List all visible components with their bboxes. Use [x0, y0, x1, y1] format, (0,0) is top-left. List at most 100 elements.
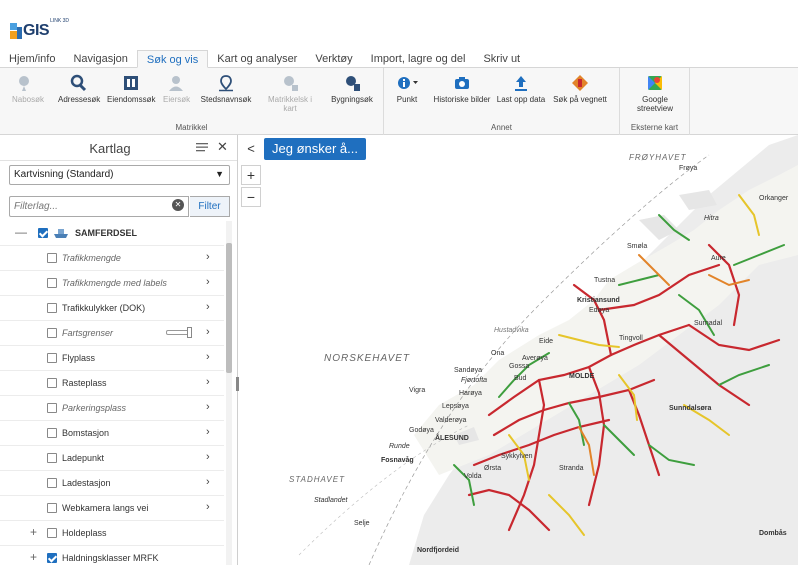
ribbon-group-annet: Punkt Historiske bilder Last opp data Sø… — [384, 68, 620, 135]
layer-row[interactable]: Trafikkulykker (DOK) › — [0, 296, 224, 321]
tab-kart-og-analyser[interactable]: Kart og analyser — [208, 50, 306, 68]
stedsnavnsok-button[interactable]: Stedsnavnsøk — [198, 74, 254, 104]
pin-search-icon — [19, 76, 29, 91]
layer-checkbox[interactable] — [47, 403, 57, 413]
layer-group-label: SAMFERDSEL — [75, 228, 138, 238]
place-label: Tingvoll — [619, 335, 643, 342]
eiersok-button[interactable]: Eiersøk — [163, 74, 190, 104]
layer-checkbox[interactable] — [47, 478, 57, 488]
place-label: Lepsøya — [442, 403, 469, 410]
tab-navigasjon[interactable]: Navigasjon — [64, 50, 136, 68]
layer-checkbox[interactable] — [47, 378, 57, 388]
tab-verktoy[interactable]: Verktøy — [306, 50, 361, 68]
zoom-out-button[interactable]: − — [241, 187, 261, 207]
opacity-slider-handle[interactable] — [187, 327, 192, 338]
layer-checkbox[interactable] — [47, 253, 57, 263]
close-icon[interactable]: ✕ — [217, 139, 228, 155]
chevron-right-icon[interactable]: › — [206, 301, 210, 313]
layer-label: Trafikkulykker (DOK) — [62, 303, 146, 313]
nabosok-label: Nabosøk — [12, 95, 45, 104]
filter-button[interactable]: Filter — [190, 196, 230, 217]
clear-filter-icon[interactable]: ✕ — [172, 199, 184, 211]
map-view[interactable]: < + − Jeg ønsker å... NORSKEHAVET STADHA… — [239, 135, 798, 565]
layer-label: Flyplass — [62, 353, 96, 363]
layer-row[interactable]: Fartsgrenser › — [0, 321, 224, 346]
collapse-panel-button[interactable]: < — [241, 140, 261, 160]
chevron-right-icon[interactable]: › — [206, 351, 210, 363]
jeg-onsker-button[interactable]: Jeg ønsker å... — [264, 138, 366, 160]
zoom-in-button[interactable]: + — [241, 165, 261, 185]
chevron-right-icon[interactable]: › — [206, 401, 210, 413]
expand-plus-icon[interactable]: + — [30, 525, 37, 539]
list-menu-icon[interactable] — [196, 141, 208, 153]
tab-sok-og-vis[interactable]: Søk og vis — [136, 50, 209, 68]
eiendomssok-button[interactable]: Eiendomssøk — [107, 74, 155, 104]
tab-import-lagre-del[interactable]: Import, lagre og del — [362, 50, 475, 68]
tab-hjem-info[interactable]: Hjem/info — [0, 50, 64, 68]
google-streetview-button[interactable]: Google streetview — [626, 74, 684, 113]
upload-icon — [515, 76, 527, 91]
last-opp-data-button[interactable]: Last opp data — [496, 74, 546, 104]
tab-skriv-ut[interactable]: Skriv ut — [474, 50, 529, 68]
chevron-right-icon[interactable]: › — [206, 426, 210, 438]
layer-checkbox[interactable] — [47, 428, 57, 438]
nabosok-button[interactable]: Nabosøk — [12, 74, 44, 104]
layer-group-checkbox[interactable] — [47, 553, 57, 563]
app-logo[interactable]: GIS LINK 3D — [10, 17, 69, 39]
bygningsok-button[interactable]: Bygningsøk — [328, 74, 376, 104]
layer-tree-scrollbar[interactable] — [226, 221, 232, 565]
last-opp-data-label: Last opp data — [496, 95, 546, 104]
logo-text: GIS — [23, 22, 50, 39]
chevron-right-icon[interactable]: › — [206, 326, 210, 338]
scrollbar-thumb[interactable] — [226, 243, 232, 373]
layer-row[interactable]: Rasteplass › — [0, 371, 224, 396]
layers-panel-header: Kartlag ✕ — [0, 135, 237, 161]
layer-row[interactable]: Trafikkmengde med labels › — [0, 271, 224, 296]
chevron-right-icon[interactable]: › — [206, 476, 210, 488]
layer-checkbox[interactable] — [47, 303, 57, 313]
layer-group-checkbox[interactable] — [47, 528, 57, 538]
layer-row[interactable]: Webkamera langs vei › — [0, 496, 224, 521]
expand-plus-icon[interactable]: + — [30, 550, 37, 564]
historiske-bilder-button[interactable]: Historiske bilder — [432, 74, 492, 104]
address-search-icon — [70, 74, 87, 92]
layer-row[interactable]: Trafikkmengde › — [0, 246, 224, 271]
layer-row[interactable]: Bomstasjon › — [0, 421, 224, 446]
layer-group-haldningsklasser[interactable]: + Haldningsklasser MRFK — [0, 546, 224, 565]
place-label: Fjørtofta — [461, 377, 488, 384]
layer-checkbox[interactable] — [47, 453, 57, 463]
place-label: Dombås — [759, 530, 787, 537]
place-label: Ona — [491, 350, 505, 357]
chevron-right-icon[interactable]: › — [206, 276, 210, 288]
matrikkelsk-kart-button[interactable]: Matrikkelsk i kart — [262, 74, 318, 113]
google-maps-icon — [648, 76, 662, 90]
layer-row[interactable]: Ladestasjon › — [0, 471, 224, 496]
place-label: Frøya — [679, 165, 698, 172]
layer-filter-input[interactable]: Filterlag... — [9, 196, 189, 217]
camera-icon — [455, 77, 469, 89]
layer-row[interactable]: Parkeringsplass › — [0, 396, 224, 421]
sea-label-stadhavet: STADHAVET — [289, 475, 345, 484]
place-label: Selje — [354, 520, 370, 527]
place-label: Aure — [711, 255, 726, 262]
layer-checkbox[interactable] — [47, 278, 57, 288]
layer-group-checkbox[interactable] — [38, 228, 48, 238]
chevron-right-icon[interactable]: › — [206, 251, 210, 263]
layer-row[interactable]: Ladepunkt › — [0, 446, 224, 471]
sok-vegnett-button[interactable]: Søk på vegnett — [550, 74, 610, 104]
layer-checkbox[interactable] — [47, 353, 57, 363]
map-view-select[interactable]: Kartvisning (Standard) ▼ — [9, 165, 230, 185]
layer-group-holdeplass[interactable]: + Holdeplass — [0, 521, 224, 546]
layer-checkbox[interactable] — [47, 328, 57, 338]
chevron-right-icon[interactable]: › — [206, 376, 210, 388]
layer-row[interactable]: Flyplass › — [0, 346, 224, 371]
chevron-right-icon[interactable]: › — [206, 501, 210, 513]
chevron-right-icon[interactable]: › — [206, 451, 210, 463]
menu-tabs: Hjem/info Navigasjon Søk og vis Kart og … — [0, 50, 798, 68]
layer-checkbox[interactable] — [47, 503, 57, 513]
map-search-icon — [284, 76, 298, 91]
adressesok-button[interactable]: Adressesøk — [58, 74, 100, 104]
collapse-minus-icon[interactable]: — — [15, 225, 27, 239]
layer-group-samferdsel[interactable]: — SAMFERDSEL — [0, 221, 224, 246]
punkt-button[interactable]: Punkt — [390, 74, 424, 104]
